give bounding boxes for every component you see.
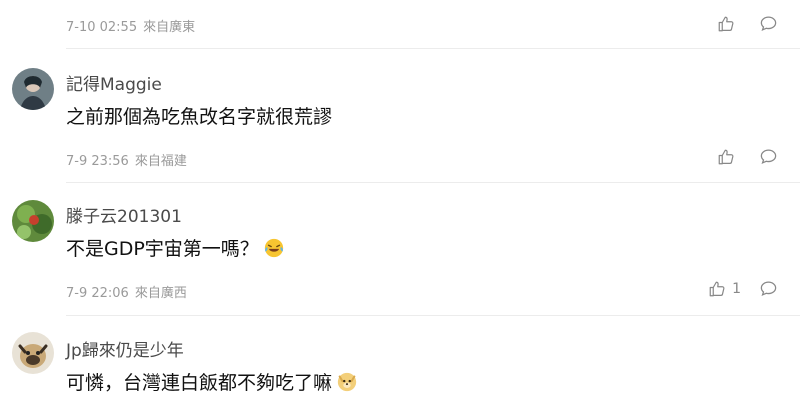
comment-date: 7-9 22:06 <box>66 286 129 301</box>
like-button[interactable]: 1 <box>708 280 741 298</box>
comment-date: 7-10 02:55 <box>66 20 138 35</box>
comment-text: 之前那個為吃魚改名字就很荒謬 <box>66 102 332 129</box>
like-button[interactable] <box>717 148 741 166</box>
comment-text-body: 之前那個為吃魚改名字就很荒謬 <box>66 106 333 128</box>
comment-username[interactable]: 滕子云201301 <box>66 202 182 227</box>
comment-meta: 7-10 02:55 來自廣東 <box>66 16 195 35</box>
comment-text-body: 可憐，台灣連白飯都不夠吃了嘛 <box>66 372 333 394</box>
comment-bubble-icon[interactable] <box>759 14 778 33</box>
thumbs-up-icon <box>718 16 734 31</box>
comment-actions <box>717 14 778 33</box>
comment-location: 來自廣東 <box>143 20 196 35</box>
comment-item: 記得Maggie 之前那個為吃魚改名字就很荒謬 7-9 23:56 來自福建 <box>0 58 800 182</box>
thumbs-up-icon <box>718 149 734 164</box>
comment-bubble-icon[interactable] <box>759 147 778 166</box>
comment-username[interactable]: 記得Maggie <box>66 70 162 95</box>
laughing-crying-emoji-icon <box>264 238 283 257</box>
comment-location: 來自廣西 <box>134 286 187 301</box>
like-button[interactable] <box>717 15 741 33</box>
comment-meta: 7-9 23:56 來自福建 <box>66 150 187 169</box>
divider <box>66 182 800 183</box>
divider <box>66 315 800 316</box>
comment-date: 7-9 23:56 <box>66 154 129 169</box>
divider <box>66 48 800 49</box>
comment-item: Jp歸來仍是少年 可憐，台灣連白飯都不夠吃了嘛 <box>0 322 800 409</box>
comment-meta: 7-9 22:06 來自廣西 <box>66 282 187 301</box>
comment-item: 7-10 02:55 來自廣東 <box>0 0 800 58</box>
comment-text: 可憐，台灣連白飯都不夠吃了嘛 <box>66 368 358 395</box>
comment-text-body: 不是GDP宇宙第一嗎？ <box>66 238 259 260</box>
comment-item: 滕子云201301 不是GDP宇宙第一嗎？ 7-9 22:06 來自廣西 1 <box>0 190 800 314</box>
comment-username[interactable]: Jp歸來仍是少年 <box>66 336 184 361</box>
avatar[interactable] <box>12 68 54 110</box>
comment-actions: 1 <box>708 279 778 298</box>
avatar[interactable] <box>12 200 54 242</box>
comment-actions <box>717 147 778 166</box>
comment-location: 來自福建 <box>134 154 187 169</box>
avatar[interactable] <box>12 332 54 374</box>
comment-bubble-icon[interactable] <box>759 279 778 298</box>
thumbs-up-icon <box>709 281 725 296</box>
comment-text: 不是GDP宇宙第一嗎？ <box>66 234 285 261</box>
like-count: 1 <box>732 280 741 297</box>
doge-emoji-icon <box>337 372 357 391</box>
comment-feed: 7-10 02:55 來自廣東 記得Maggie 之前那個為吃魚改名字就很荒謬 7… <box>0 0 800 409</box>
